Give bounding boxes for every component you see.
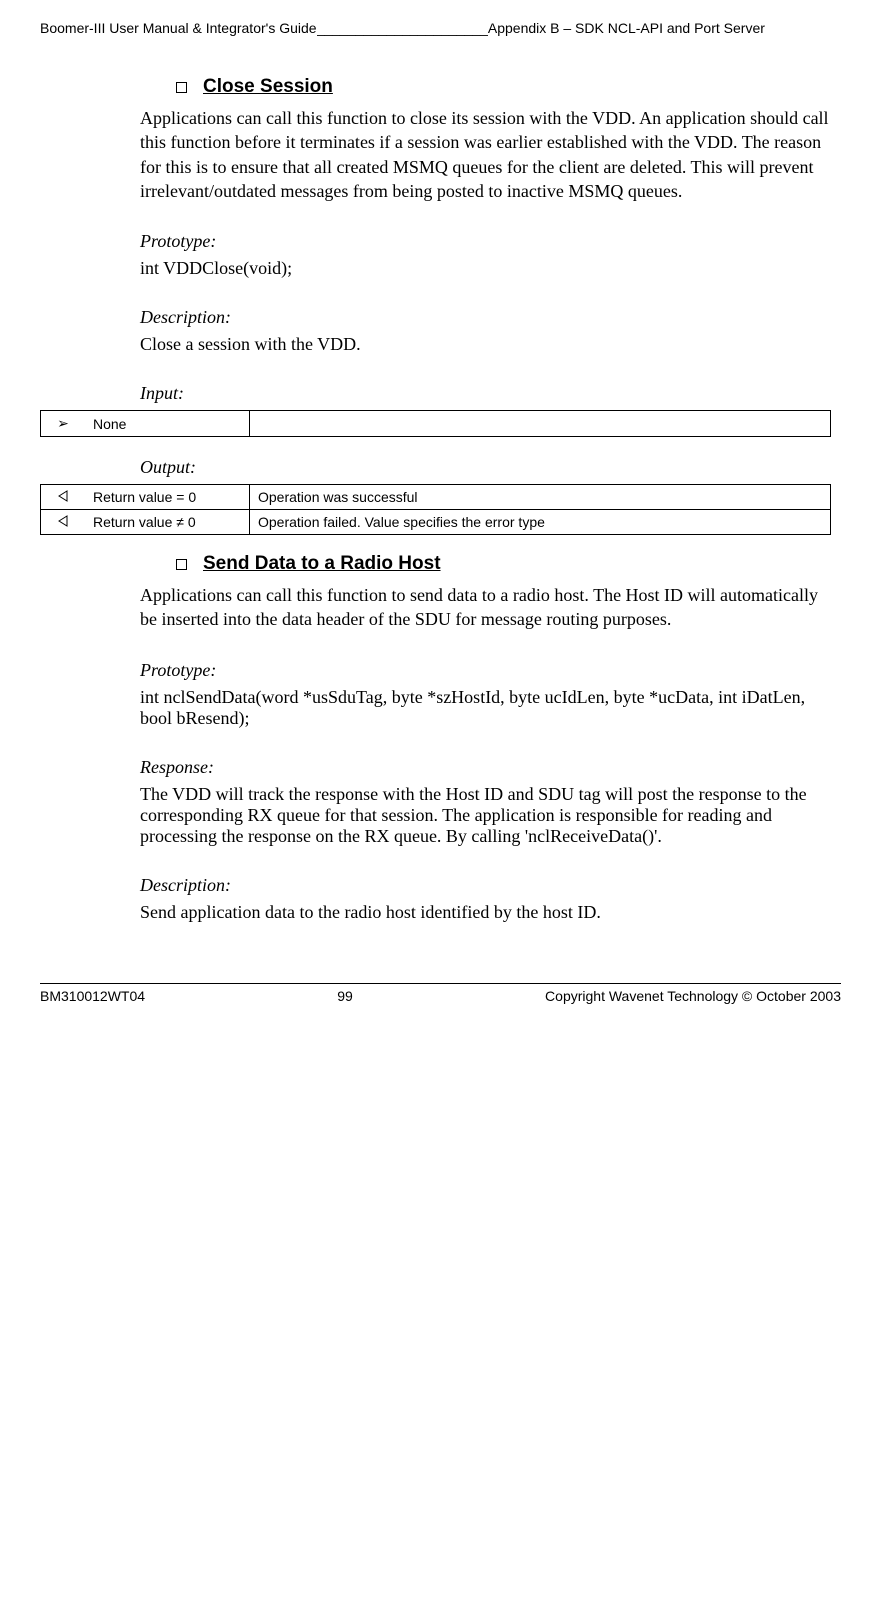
- output-key: Return value ≠ 0: [85, 510, 250, 535]
- header-doc-title: Boomer-III User Manual & Integrator's Gu…: [40, 20, 317, 36]
- square-bullet-icon: [176, 559, 187, 570]
- section-title: Close Session: [203, 76, 333, 98]
- description-text: Close a session with the VDD.: [140, 334, 831, 355]
- output-table-wrap: Return value = 0 Operation was successfu…: [40, 484, 831, 535]
- page-footer: BM310012WT04 99 Copyright Wavenet Techno…: [40, 983, 841, 1004]
- header-appendix: Appendix B – SDK NCL-API and Port Server: [488, 20, 765, 36]
- input-key: None: [85, 411, 250, 437]
- page: Boomer-III User Manual & Integrator's Gu…: [0, 0, 881, 1024]
- description-text: Send application data to the radio host …: [140, 902, 831, 923]
- output-value: Operation failed. Value specifies the er…: [250, 510, 831, 535]
- prototype-text: int nclSendData(word *usSduTag, byte *sz…: [140, 687, 831, 729]
- table-row: ➢ None: [41, 411, 831, 437]
- content-area: Close Session Applications can call this…: [140, 76, 831, 923]
- footer-copyright: Copyright Wavenet Technology © October 2…: [545, 988, 841, 1004]
- prototype-label: Prototype:: [140, 660, 831, 681]
- section-heading-close-session: Close Session: [176, 76, 831, 98]
- input-label: Input:: [140, 383, 831, 404]
- section-title: Send Data to a Radio Host: [203, 553, 441, 575]
- square-bullet-icon: [176, 82, 187, 93]
- header-separator: ______________________: [317, 20, 488, 36]
- table-row: Return value ≠ 0 Operation failed. Value…: [41, 510, 831, 535]
- footer-page-number: 99: [337, 988, 353, 1004]
- output-table: Return value = 0 Operation was successfu…: [40, 484, 831, 535]
- section-body: Applications can call this function to c…: [140, 106, 831, 203]
- output-value: Operation was successful: [250, 485, 831, 510]
- response-text: The VDD will track the response with the…: [140, 784, 831, 847]
- input-value: [250, 411, 831, 437]
- description-label: Description:: [140, 307, 831, 328]
- arrow-right-icon: ➢: [41, 411, 86, 437]
- footer-doc-id: BM310012WT04: [40, 988, 145, 1004]
- output-label: Output:: [140, 457, 831, 478]
- table-row: Return value = 0 Operation was successfu…: [41, 485, 831, 510]
- section-heading-send-data: Send Data to a Radio Host: [176, 553, 831, 575]
- input-table-wrap: ➢ None: [40, 410, 831, 437]
- page-header: Boomer-III User Manual & Integrator's Gu…: [40, 20, 841, 36]
- description-label: Description:: [140, 875, 831, 896]
- response-label: Response:: [140, 757, 831, 778]
- prototype-text: int VDDClose(void);: [140, 258, 831, 279]
- prototype-label: Prototype:: [140, 231, 831, 252]
- arrow-left-icon: [41, 485, 86, 510]
- output-key: Return value = 0: [85, 485, 250, 510]
- section-body: Applications can call this function to s…: [140, 583, 831, 632]
- input-table: ➢ None: [40, 410, 831, 437]
- arrow-left-icon: [41, 510, 86, 535]
